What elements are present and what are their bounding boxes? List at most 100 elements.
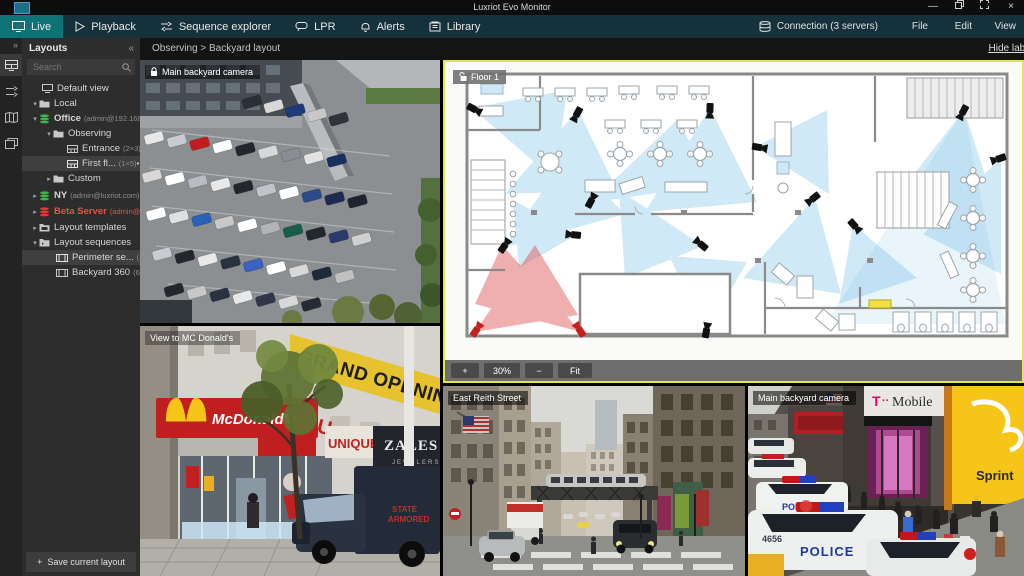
left-icon-strip: » — [0, 38, 22, 576]
connection-menu[interactable]: Connection (3 servers) — [759, 15, 878, 38]
strip-sequences-icon[interactable] — [0, 80, 22, 102]
layout-grid-icon — [67, 144, 78, 153]
billboards — [657, 490, 709, 530]
camera-tile-mcdonalds[interactable]: GRAND OPENING U N I Q U E McDonald's UNI… — [140, 326, 440, 576]
bell-icon — [361, 22, 370, 32]
server-offline-icon — [39, 206, 50, 217]
tmobile-dots-text: ·· — [882, 395, 889, 407]
unique-sign-text: UNIQUE — [328, 436, 379, 451]
tmobile-sign-text: Mobile — [892, 395, 932, 410]
folder-icon — [53, 129, 64, 138]
chevron-right-icon: ▸ — [47, 175, 51, 183]
sequence-explorer-icon — [160, 21, 172, 32]
camera-tile-parking[interactable]: Main backyard camera — [140, 60, 440, 323]
tmobile-t-text: T — [872, 393, 881, 409]
menu-view[interactable]: View — [995, 15, 1017, 38]
floorplan-tile[interactable]: + 30% − Fit Floor 1 — [443, 60, 1024, 383]
strip-windows-icon[interactable] — [0, 132, 22, 154]
tree-item-custom[interactable]: ▸ Custom — [22, 171, 140, 186]
hide-labels-link[interactable]: Hide labels — [989, 38, 1024, 60]
tree-item-server-office[interactable]: ▾ Office (admin@192.168.1.5) — [22, 111, 140, 126]
server-online-icon — [39, 113, 50, 124]
tree-item-entrance[interactable]: Entrance (2×3) — [22, 141, 140, 156]
tab-playback[interactable]: Playback — [63, 15, 148, 38]
zales-sub-text: JEWELERS — [392, 460, 440, 466]
tab-library[interactable]: Library — [417, 15, 493, 38]
camera-tile-street[interactable]: East Reith Street — [443, 386, 745, 576]
window-titlebar: Luxriot Evo Monitor — × — [0, 0, 1024, 15]
zoom-in-button[interactable]: + — [451, 363, 479, 378]
sequence-icon — [56, 253, 68, 262]
minimize-button[interactable]: — — [920, 0, 946, 15]
tree-item-observing[interactable]: ▾ Observing — [22, 126, 140, 141]
floorplan-label: Floor 1 — [453, 70, 507, 84]
search-box[interactable] — [27, 59, 135, 75]
search-icon — [122, 62, 131, 72]
tab-alerts[interactable]: Alerts — [348, 15, 417, 38]
layout-templates-icon — [39, 223, 50, 232]
zoom-out-button[interactable]: − — [525, 363, 553, 378]
camera-feed-street — [443, 386, 745, 576]
monitor-icon — [42, 84, 53, 93]
fit-button[interactable]: Fit — [558, 363, 592, 378]
chevron-right-icon: ▸ — [33, 224, 37, 232]
layouts-panel: Layouts « Default view ▾ Local ▾ Office … — [22, 38, 140, 576]
zoom-level-button[interactable]: 30% — [484, 363, 520, 378]
strip-maps-icon[interactable] — [0, 106, 22, 128]
window-title: Luxriot Evo Monitor — [473, 2, 551, 12]
breadcrumb: Observing > Backyard layout — [152, 43, 281, 54]
police-text: POLICE — [800, 544, 854, 559]
tile-label: East Reith Street — [448, 391, 529, 405]
tile-label: View to MC Donald's — [145, 331, 241, 345]
tree-item-backyard-sequence[interactable]: Backyard 360 (6) — [22, 265, 140, 280]
camera-feed-mcdonalds: GRAND OPENING U N I Q U E McDonald's UNI… — [140, 326, 440, 576]
unlock-icon — [459, 72, 467, 81]
van-text-line1: STATE — [392, 505, 418, 514]
search-input[interactable] — [31, 61, 122, 73]
camera-feed-square: T ·· Mobile Sprint POLICE 4656 — [748, 386, 1024, 576]
chevron-down-icon: ▾ — [47, 130, 51, 138]
chevron-down-icon: ▾ — [33, 115, 37, 123]
tab-live[interactable]: Live — [0, 15, 64, 38]
tree-item-layout-sequences[interactable]: ▾ Layout sequences — [22, 235, 140, 250]
expand-panel-icon[interactable]: » — [0, 38, 22, 54]
camera-tile-square[interactable]: T ·· Mobile Sprint POLICE 4656 Main back… — [748, 386, 1024, 576]
chevron-down-icon: ▾ — [33, 239, 37, 247]
restore-icon — [954, 0, 964, 9]
tree-item-server-ny[interactable]: ▸ NY (admin@luxriot.com) — [22, 188, 140, 203]
camera-feed-parking — [140, 60, 440, 323]
tree-item-perimeter-sequence[interactable]: Perimeter se... (4) — [22, 250, 140, 265]
chevron-right-icon: ▸ — [33, 208, 37, 216]
monitor-icon — [12, 21, 25, 32]
strip-layouts-icon[interactable] — [0, 54, 22, 76]
collapse-panel-icon[interactable]: « — [128, 43, 134, 54]
folder-icon — [39, 99, 50, 108]
play-icon — [75, 21, 86, 32]
tile-label: Main backyard camera — [753, 391, 857, 405]
panel-title: Layouts — [29, 43, 68, 54]
tree-item-first-floor[interactable]: First fl... (1×5) ••• — [22, 156, 140, 171]
menu-file[interactable]: File — [912, 15, 928, 38]
tree-item-server-beta[interactable]: ▸ Beta Server (admin@l...) — [22, 204, 140, 219]
fullscreen-icon — [979, 0, 989, 9]
tree-item-local[interactable]: ▾ Local — [22, 96, 140, 111]
van-text-line2: ARMORED — [388, 515, 430, 524]
lpr-plate-icon — [295, 22, 308, 32]
tree-item-default-view[interactable]: Default view — [22, 81, 140, 96]
chevron-down-icon: ▾ — [33, 100, 37, 108]
police-car-number: 4656 — [762, 534, 782, 544]
menu-edit[interactable]: Edit — [955, 15, 972, 38]
tab-sequence-explorer[interactable]: Sequence explorer — [148, 15, 283, 38]
main-menubar: Live Playback Sequence explorer LPR Aler… — [0, 15, 1024, 38]
floorplan-zoom-controls: + 30% − Fit — [445, 360, 1022, 381]
library-icon — [429, 21, 441, 32]
tree-item-layout-templates[interactable]: ▸ Layout templates — [22, 220, 140, 235]
layout-grid-icon — [67, 159, 78, 168]
sequences-folder-icon — [39, 238, 50, 247]
fullscreen-button[interactable] — [971, 0, 997, 15]
close-button[interactable]: × — [998, 0, 1024, 15]
restore-button[interactable] — [946, 0, 972, 15]
tab-lpr[interactable]: LPR — [283, 15, 347, 38]
servers-icon — [759, 21, 771, 32]
save-current-layout-button[interactable]: + Save current layout — [26, 552, 136, 572]
